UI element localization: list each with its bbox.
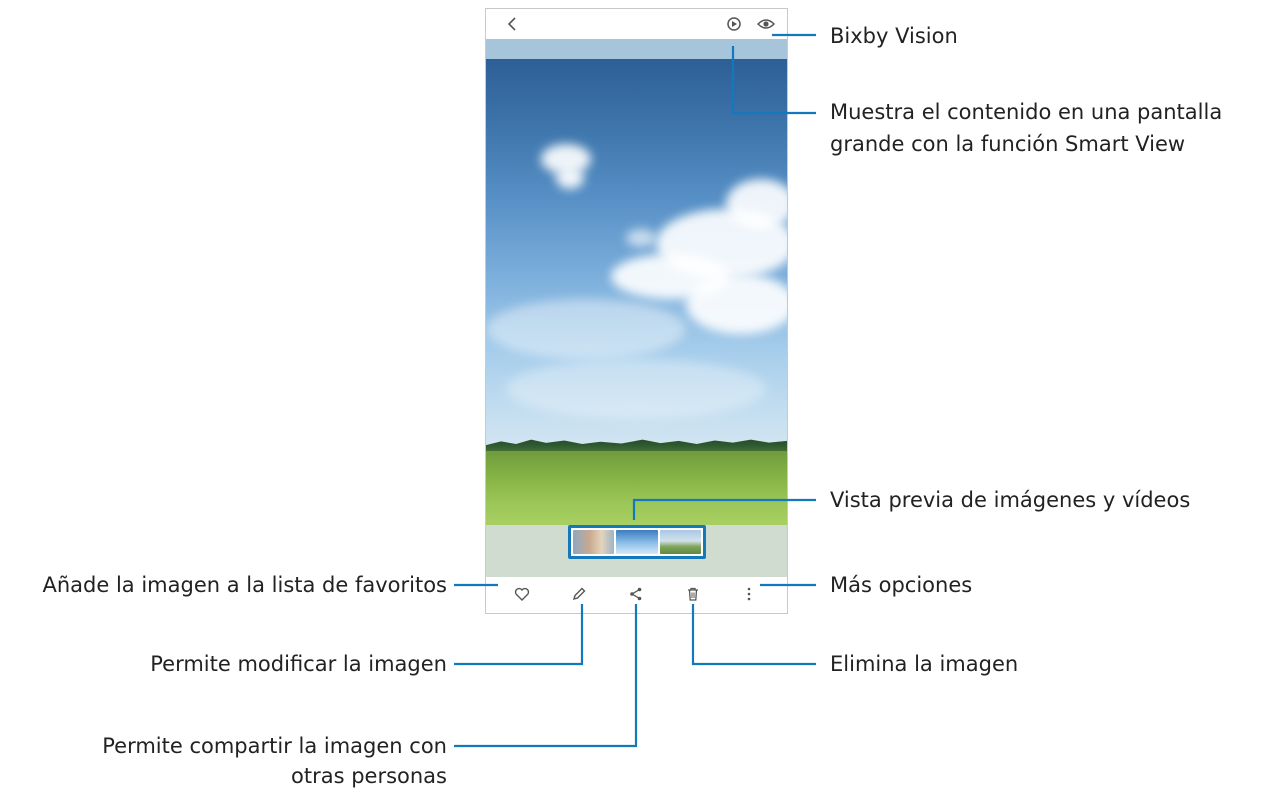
callout-preview: Vista previa de imágenes y vídeos <box>830 488 1191 512</box>
callout-more-options: Más opciones <box>830 573 973 597</box>
line-share <box>454 604 638 748</box>
line-preview <box>632 498 816 520</box>
callout-edit: Permite modificar la imagen <box>150 652 447 676</box>
callout-bixby-vision: Bixby Vision <box>830 24 958 48</box>
callout-favorites: Añade la imagen a la lista de favoritos <box>42 573 447 597</box>
callout-smart-view-line1: Muestra el contenido en una pantalla <box>830 100 1223 124</box>
callout-smart-view-line2: grande con la función Smart View <box>830 132 1186 156</box>
callout-share-line1: Permite compartir la imagen con <box>102 734 447 758</box>
callout-delete: Elimina la imagen <box>830 652 1019 676</box>
line-smart-view <box>731 46 816 115</box>
line-edit <box>454 604 584 666</box>
line-delete <box>691 604 816 666</box>
callout-share-line2: otras personas <box>291 764 447 788</box>
